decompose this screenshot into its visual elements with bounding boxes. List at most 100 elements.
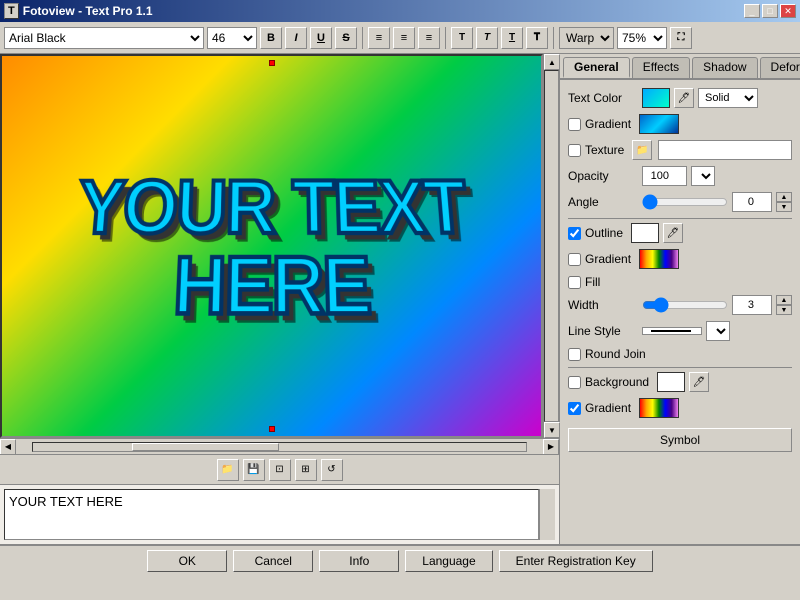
align-center-button[interactable]: ≡ [393,27,415,49]
strikethrough-button[interactable]: S [335,27,357,49]
fill-label[interactable]: Fill [585,275,600,289]
line-style-row: Line Style ▼ [568,321,792,341]
background-color-swatch[interactable] [657,372,685,392]
text-input[interactable]: YOUR TEXT HERE [4,489,539,540]
scroll-up-button[interactable]: ▲ [544,54,560,70]
symbol-button[interactable]: Symbol [568,428,792,452]
line-style-label: Line Style [568,324,638,338]
minimize-button[interactable]: _ [744,4,760,18]
vscroll-track[interactable] [544,70,559,422]
outline-color-swatch[interactable] [631,223,659,243]
tab-general[interactable]: General [563,57,630,78]
outline-label[interactable]: Outline [585,226,623,240]
maximize-button[interactable]: □ [762,4,778,18]
zoom-select[interactable]: 75% [617,27,667,49]
app-icon: T [4,3,19,19]
underline-button[interactable]: U [310,27,332,49]
tab-deform[interactable]: Deform [760,57,800,78]
resize-button[interactable]: ⊞ [295,459,317,481]
italic-button[interactable]: I [285,27,307,49]
gradient-checkbox-3[interactable] [568,402,581,415]
eyedropper-icon[interactable]: 🖊 [674,88,694,108]
background-row: Background 🖊 [568,372,792,392]
align-left-button[interactable]: ≡ [368,27,390,49]
vertical-scrollbar[interactable]: ▲ ▼ [543,54,559,438]
fullscreen-button[interactable]: ⛶ [670,27,692,49]
width-input[interactable] [732,295,772,315]
text-style-btn-4[interactable]: 𝐓 [526,27,548,49]
text-color-type-select[interactable]: Solid [698,88,758,108]
angle-input[interactable] [732,192,772,212]
scroll-right-button[interactable]: ▶ [543,439,559,455]
gradient-label-1[interactable]: Gradient [585,117,631,131]
gradient-checkbox-2[interactable] [568,253,581,266]
canvas-text-wrapper[interactable]: YOUR TEXT HERE [2,56,541,436]
width-up-button[interactable]: ▲ [776,295,792,305]
text-color-swatch[interactable] [642,88,670,108]
angle-up-button[interactable]: ▲ [776,192,792,202]
font-select[interactable]: Arial Black [4,27,204,49]
title-bar: T Fotoview - Text Pro 1.1 _ □ ✕ [0,0,800,22]
text-style-btn-3[interactable]: T [501,27,523,49]
text-style-btn-2[interactable]: T [476,27,498,49]
ok-button[interactable]: OK [147,550,227,572]
align-right-button[interactable]: ≡ [418,27,440,49]
refresh-button[interactable]: ↺ [321,459,343,481]
texture-label[interactable]: Texture [585,143,624,157]
horizontal-scrollbar[interactable]: ◀ ▶ [0,438,559,454]
gradient-label-2[interactable]: Gradient [585,252,631,266]
line-style-select[interactable]: ▼ [706,321,730,341]
cancel-button[interactable]: Cancel [233,550,313,572]
font-size-select[interactable]: 46 [207,27,257,49]
window-title: Fotoview - Text Pro 1.1 [23,4,153,18]
tab-shadow[interactable]: Shadow [692,57,757,78]
round-join-label[interactable]: Round Join [585,347,646,361]
background-eyedropper-icon[interactable]: 🖊 [689,372,709,392]
canvas-container: YOUR TEXT HERE [0,54,543,438]
angle-down-button[interactable]: ▼ [776,202,792,212]
gradient-preview-3[interactable] [639,398,679,418]
scroll-down-button[interactable]: ▼ [544,422,560,438]
background-label[interactable]: Background [585,375,649,389]
scroll-left-button[interactable]: ◀ [0,439,16,455]
warp-select[interactable]: Warp [559,27,614,49]
open-folder-button[interactable]: 📁 [217,459,239,481]
background-checkbox[interactable] [568,376,581,389]
width-slider[interactable] [642,297,728,313]
frame-button[interactable]: ⊡ [269,459,291,481]
text-preview-area: YOUR TEXT HERE [0,484,559,544]
round-join-checkbox[interactable] [568,348,581,361]
close-button[interactable]: ✕ [780,4,796,18]
outline-eyedropper-icon[interactable]: 🖊 [663,223,683,243]
gradient-label-3[interactable]: Gradient [585,401,631,415]
info-button[interactable]: Info [319,550,399,572]
language-button[interactable]: Language [405,550,492,572]
opacity-row: Opacity ▼ [568,166,792,186]
angle-slider[interactable] [642,194,728,210]
texture-checkbox[interactable] [568,144,581,157]
canvas-with-scrollbar: YOUR TEXT HERE ▲ ▼ [0,54,559,438]
fill-checkbox[interactable] [568,276,581,289]
bottom-marker [269,426,275,432]
line-style-preview [651,330,691,332]
gradient-preview-1[interactable] [639,114,679,134]
text-scroll[interactable] [539,489,555,540]
gradient-checkbox-1[interactable] [568,118,581,131]
width-spinner[interactable]: ▲ ▼ [776,295,792,315]
texture-folder-icon[interactable]: 📁 [632,140,652,160]
opacity-input[interactable] [642,166,687,186]
hscroll-thumb[interactable] [132,443,280,451]
gradient-preview-2[interactable] [639,249,679,269]
tab-effects[interactable]: Effects [632,57,690,78]
opacity-dropdown[interactable]: ▼ [691,166,715,186]
angle-spinner[interactable]: ▲ ▼ [776,192,792,212]
tab-bar: General Effects Shadow Deform [560,54,800,80]
text-style-btn-1[interactable]: T [451,27,473,49]
window-controls[interactable]: _ □ ✕ [744,4,796,18]
registration-button[interactable]: Enter Registration Key [499,550,653,572]
bold-button[interactable]: B [260,27,282,49]
width-down-button[interactable]: ▼ [776,305,792,315]
outline-checkbox[interactable] [568,227,581,240]
save-button[interactable]: 💾 [243,459,265,481]
hscroll-track[interactable] [32,442,527,452]
